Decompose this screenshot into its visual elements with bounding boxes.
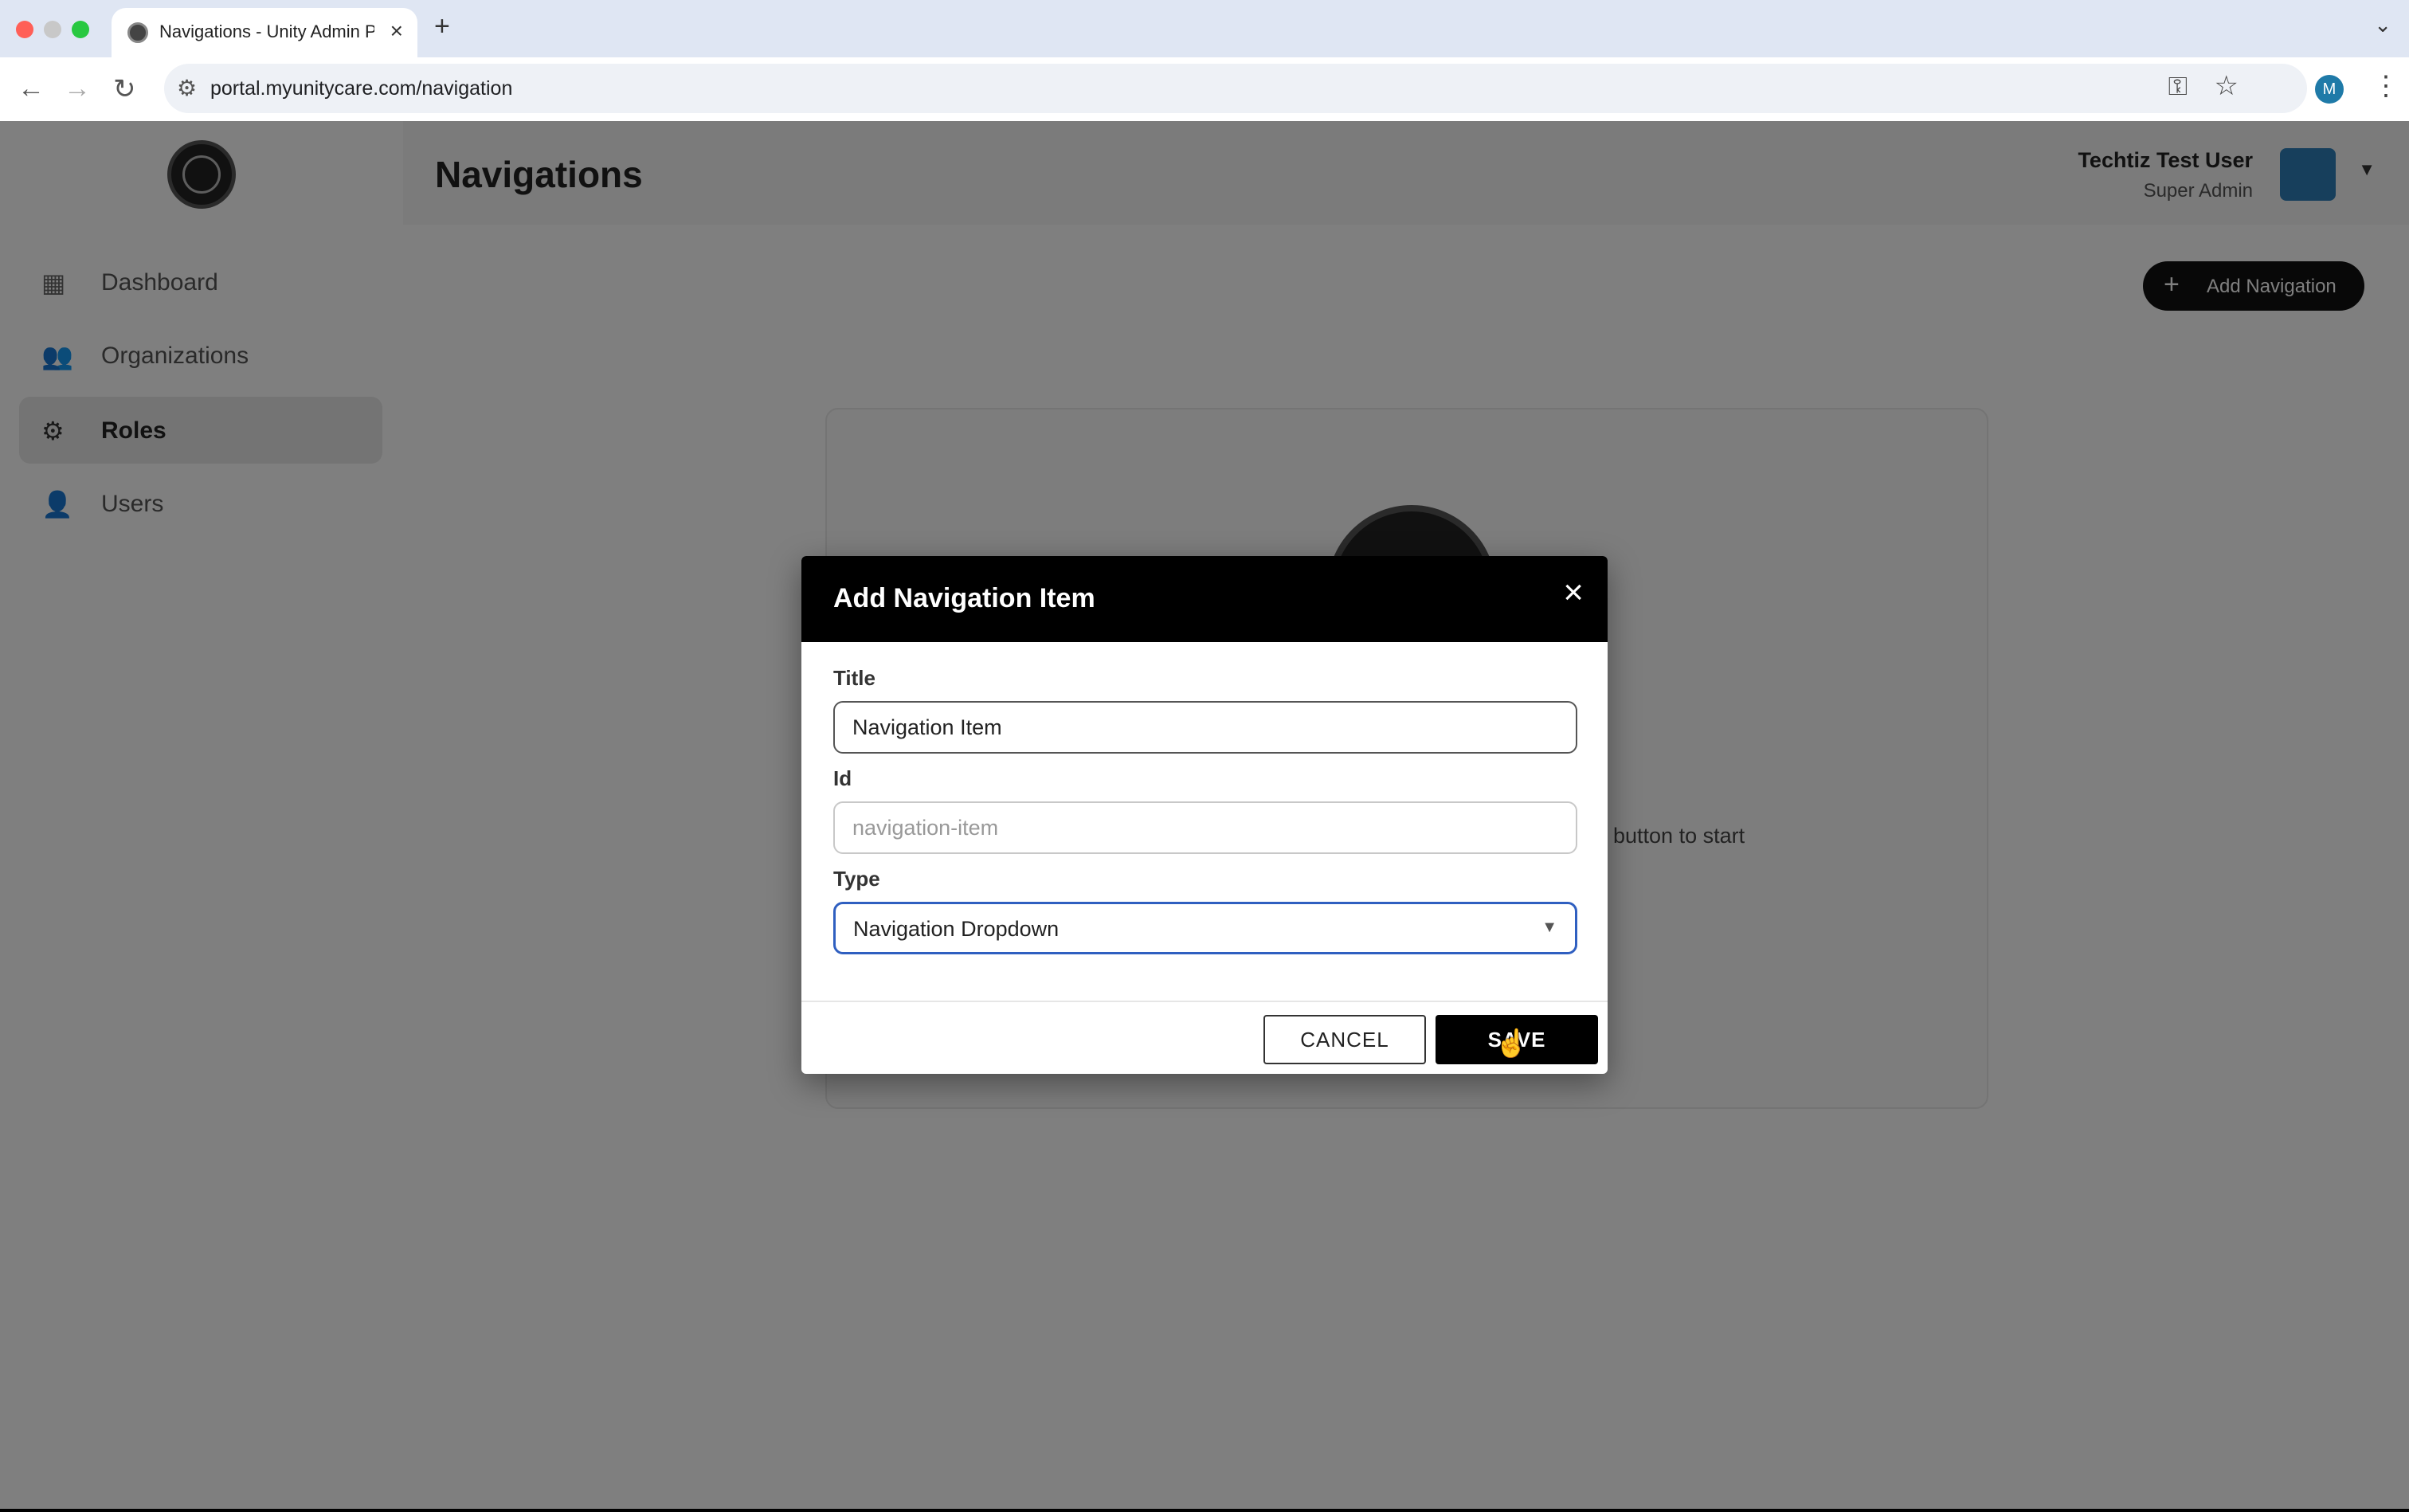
tab-favicon-icon [127,22,148,43]
id-field[interactable] [833,801,1577,854]
browser-tab[interactable]: Navigations - Unity Admin Portal × [112,8,417,57]
tab-search-chevron-icon[interactable]: ⌄ [2374,13,2391,37]
modal-header: Add Navigation Item × [801,556,1608,642]
mouse-cursor-icon: ☝ [1494,1028,1529,1059]
title-field[interactable] [833,701,1577,754]
type-field-label: Type [833,867,880,891]
type-select-value: Navigation Dropdown [853,917,1060,941]
new-tab-button[interactable]: + [434,11,450,42]
tab-close-icon[interactable]: × [390,18,403,44]
close-window-button[interactable] [16,21,33,38]
password-key-icon[interactable]: ⚿ [2168,72,2188,102]
type-select[interactable]: Navigation Dropdown ▼ [833,902,1577,954]
browser-toolbar: ← → ↻ ⚙ portal.myunitycare.com/navigatio… [0,57,2409,121]
site-info-icon[interactable]: ⚙ [177,75,197,101]
id-input[interactable] [852,803,1553,852]
id-field-label: Id [833,766,852,790]
address-url[interactable]: portal.myunitycare.com/navigation [210,77,512,100]
title-field-label: Title [833,666,875,690]
menu-kebab-icon[interactable]: ⋮ [2372,70,2399,102]
modal-title: Add Navigation Item [833,583,1095,613]
tab-title: Navigations - Unity Admin Portal [159,22,374,41]
browser-chrome: Navigations - Unity Admin Portal × + ⌄ ←… [0,0,2409,121]
modal-footer-divider [801,1001,1608,1002]
forward-icon[interactable]: → [64,73,91,104]
bookmark-star-icon[interactable]: ☆ [2215,70,2239,102]
cancel-button[interactable]: CANCEL [1263,1015,1426,1064]
address-bar[interactable]: ⚙ portal.myunitycare.com/navigation ⚿ ☆ [164,64,2307,113]
reload-icon[interactable]: ↻ [113,73,136,105]
back-icon[interactable]: ← [18,73,45,104]
profile-avatar[interactable]: M [2315,75,2344,104]
close-icon[interactable]: × [1563,575,1584,610]
minimize-window-button[interactable] [44,21,61,38]
add-navigation-modal: Add Navigation Item × Title Id Type Navi… [801,556,1608,1074]
chevron-down-icon: ▼ [1541,919,1557,936]
title-input[interactable] [852,703,1553,752]
maximize-window-button[interactable] [72,21,89,38]
